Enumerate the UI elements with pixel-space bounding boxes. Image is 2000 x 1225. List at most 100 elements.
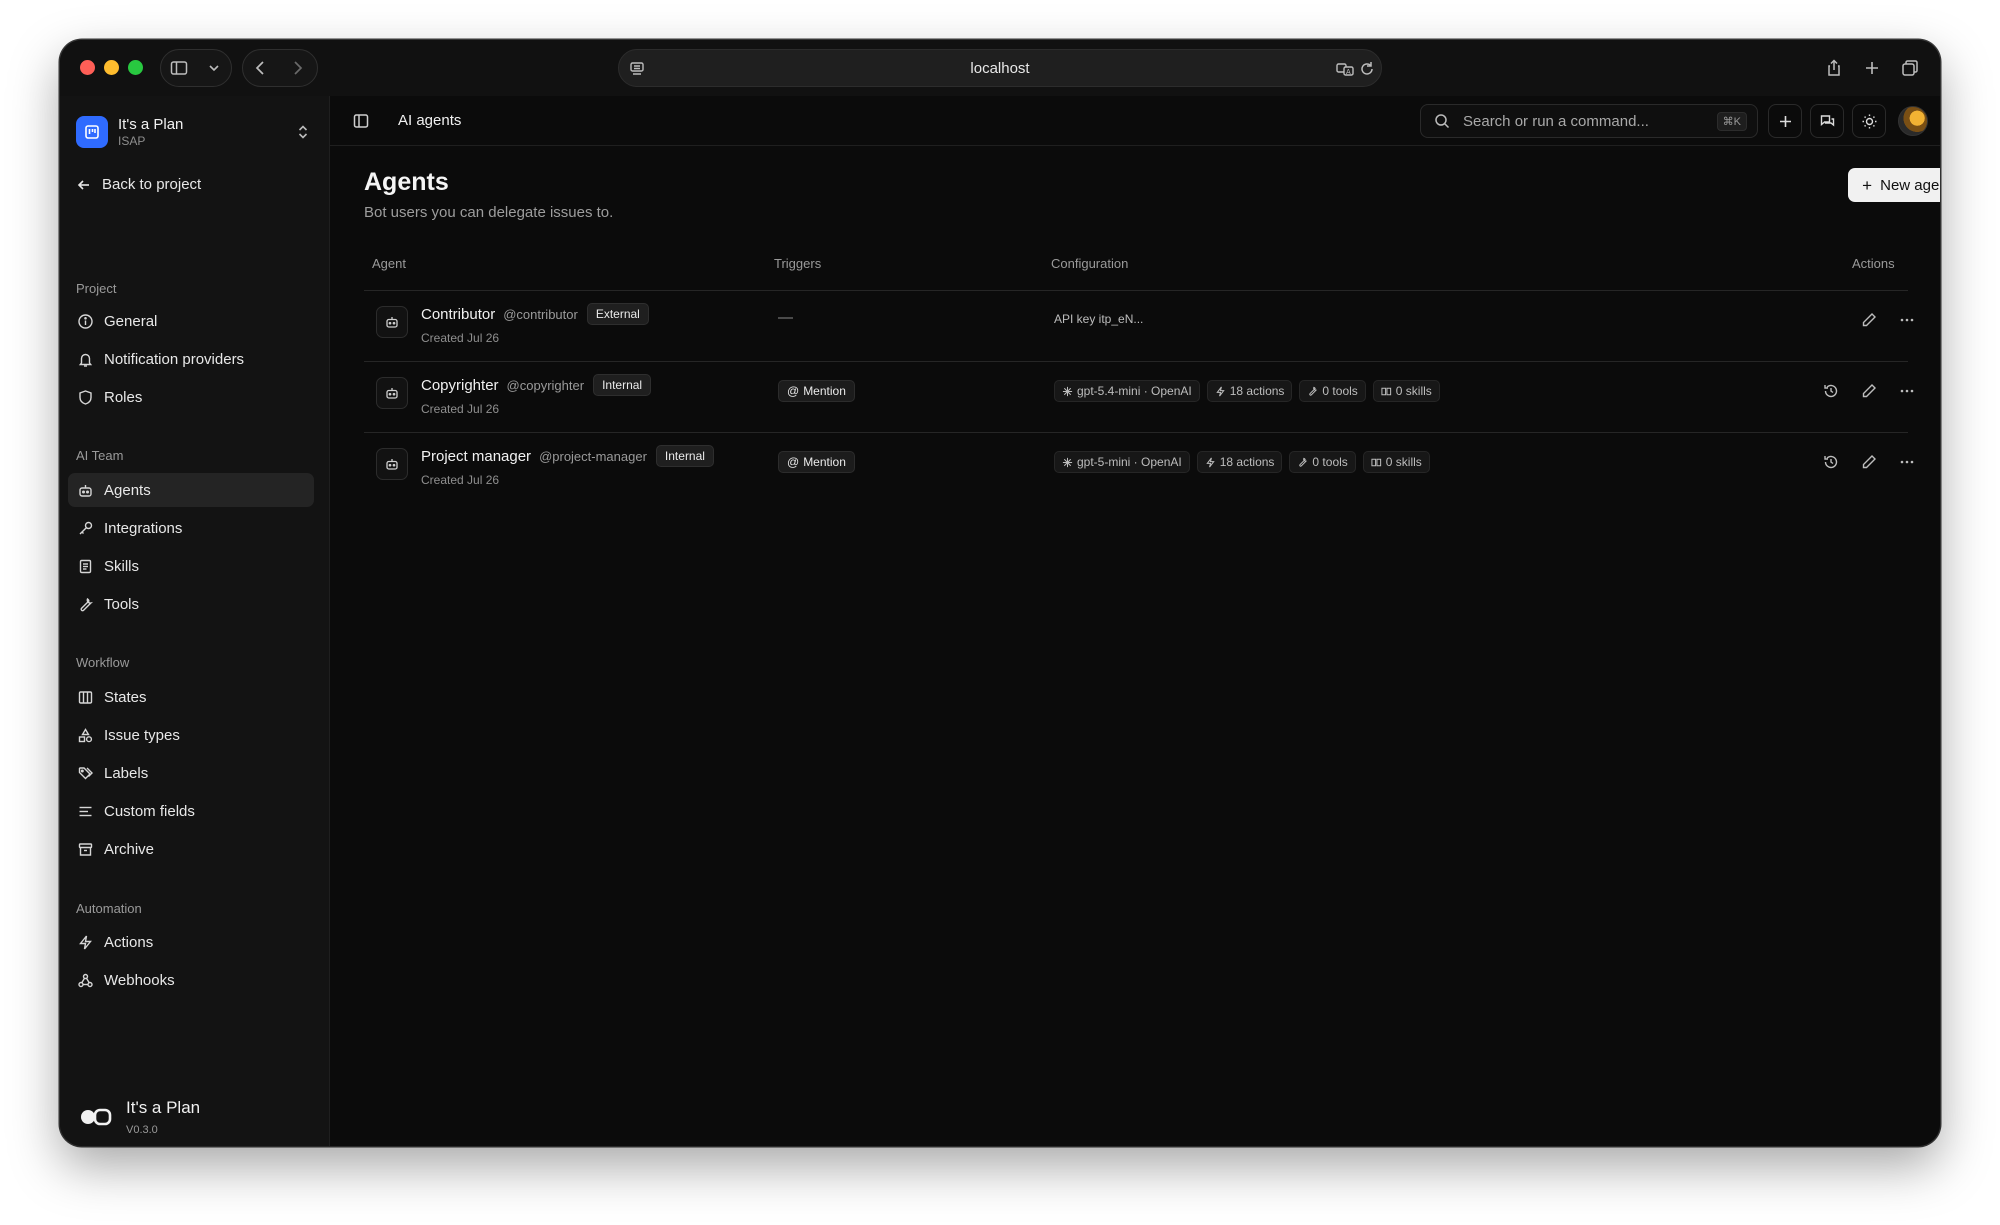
command-search-input[interactable]: Search or run a command... ⌘K — [1420, 104, 1758, 138]
history-icon — [1824, 455, 1838, 469]
trigger-empty: — — [778, 309, 793, 326]
workspace-key: ISAP — [118, 134, 146, 148]
sidebar-item-actions[interactable]: Actions — [68, 925, 314, 959]
bot-icon — [376, 448, 408, 480]
back-to-project-link[interactable]: Back to project — [76, 176, 201, 193]
table-row[interactable]: Copyrighter @copyrighter Internal Create… — [364, 362, 1914, 433]
edit-button[interactable] — [1860, 453, 1880, 473]
model-label: gpt-5-mini · OpenAI — [1077, 455, 1182, 469]
tools-chip: 0 tools — [1299, 380, 1366, 402]
more-horizontal-icon — [1900, 389, 1914, 393]
tools-count: 0 tools — [1322, 384, 1358, 398]
agent-configuration: gpt-5.4-mini · OpenAI 18 actions 0 tools… — [1054, 380, 1447, 402]
sidebar-item-labels[interactable]: Labels — [68, 756, 314, 790]
pencil-icon — [1862, 455, 1876, 469]
main-content: AI agents Search or run a command... ⌘K … — [330, 96, 1940, 1146]
sidebar-toggle-icon[interactable] — [352, 112, 370, 130]
table-row[interactable]: Project manager @project-manager Interna… — [364, 433, 1914, 504]
sidebar-item-archive[interactable]: Archive — [68, 832, 314, 866]
sidebar-item-states[interactable]: States — [68, 680, 314, 714]
address-bar[interactable]: localhost A — [618, 49, 1382, 87]
sidebar-item-label: Notification providers — [104, 350, 245, 368]
plus-icon — [1779, 115, 1791, 127]
search-shortcut: ⌘K — [1716, 111, 1747, 131]
more-button[interactable] — [1898, 311, 1918, 331]
chat-button[interactable] — [1810, 104, 1844, 138]
sidebar-item-webhooks[interactable]: Webhooks — [68, 963, 314, 997]
sidebar-item-roles[interactable]: Roles — [68, 380, 314, 414]
section-title-automation: Automation — [76, 901, 142, 916]
user-avatar[interactable] — [1898, 106, 1928, 136]
theme-toggle-button[interactable] — [1852, 104, 1886, 138]
sidebar-item-label: Webhooks — [104, 971, 175, 989]
create-button[interactable] — [1768, 104, 1802, 138]
sidebar-item-integrations[interactable]: Integrations — [68, 511, 314, 545]
translate-icon[interactable]: A — [1335, 59, 1355, 79]
trigger-badge: @ Mention — [778, 451, 855, 473]
page-subtitle: Bot users you can delegate issues to. — [364, 204, 614, 221]
history-icon — [1824, 384, 1838, 398]
browser-sidebar-icon[interactable] — [161, 50, 196, 86]
history-button[interactable] — [1822, 382, 1842, 402]
agent-created: Created Jul 26 — [421, 473, 500, 487]
agent-handle: @copyrighter — [506, 377, 585, 393]
app-name: It's a Plan — [126, 1098, 201, 1117]
sidebar-item-label: Tools — [104, 595, 140, 613]
column-header-configuration: Configuration — [1051, 256, 1129, 271]
search-icon — [1435, 114, 1450, 129]
zoom-window-button[interactable] — [128, 60, 143, 75]
lightning-icon — [1206, 457, 1215, 467]
agent-type-badge: Internal — [655, 445, 714, 467]
new-agent-button[interactable]: + New agent — [1848, 168, 1940, 202]
workspace-switcher[interactable]: It's a Plan ISAP — [76, 112, 312, 152]
at-sign-icon: @ — [787, 384, 800, 398]
archive-icon — [77, 841, 94, 858]
section-title-project: Project — [76, 281, 117, 296]
plus-icon: + — [1862, 175, 1873, 195]
history-button[interactable] — [1822, 453, 1842, 473]
columns-icon — [77, 689, 94, 706]
tab-overview-icon[interactable] — [1892, 50, 1928, 86]
sidebar-item-agents[interactable]: Agents — [68, 473, 314, 507]
table-row[interactable]: Contributor @contributor External Create… — [364, 291, 1914, 362]
chevron-down-icon[interactable] — [196, 50, 231, 86]
minimize-window-button[interactable] — [104, 60, 119, 75]
actions-chip: 18 actions — [1196, 451, 1283, 473]
column-header-triggers: Triggers — [774, 256, 822, 271]
sidebar-item-general[interactable]: General — [68, 304, 314, 338]
shield-icon — [77, 389, 94, 406]
edit-button[interactable] — [1860, 311, 1880, 331]
back-icon[interactable] — [243, 50, 279, 86]
app-logo-icon — [81, 1108, 112, 1126]
sidebar-item-notification-providers[interactable]: Notification providers — [68, 342, 314, 376]
sidebar-item-label: Actions — [104, 933, 154, 951]
pencil-icon — [1862, 313, 1876, 327]
agent-created: Created Jul 26 — [421, 402, 500, 416]
api-key-text: API key itp_eN... — [1054, 312, 1144, 326]
close-window-button[interactable] — [80, 60, 95, 75]
sidebar-item-tools[interactable]: Tools — [68, 587, 314, 621]
sidebar-item-skills[interactable]: Skills — [68, 549, 314, 583]
trigger-badge: @ Mention — [778, 380, 855, 402]
agent-configuration: gpt-5-mini · OpenAI 18 actions 0 tools 0… — [1054, 451, 1437, 473]
forward-icon[interactable] — [279, 50, 315, 86]
at-sign-icon: @ — [787, 455, 800, 469]
browser-toolbar: localhost A — [60, 40, 1940, 96]
column-header-agent: Agent — [372, 256, 406, 271]
sparkle-icon — [1062, 386, 1073, 396]
tools-count: 0 tools — [1312, 455, 1348, 469]
new-agent-label: New agent — [1880, 176, 1940, 194]
sidebar-item-custom-fields[interactable]: Custom fields — [68, 794, 314, 828]
new-tab-icon[interactable] — [1854, 50, 1890, 86]
edit-button[interactable] — [1860, 382, 1880, 402]
more-horizontal-icon — [1900, 460, 1914, 464]
sidebar-item-label: Archive — [104, 840, 155, 858]
more-button[interactable] — [1898, 453, 1918, 473]
sidebar: It's a Plan ISAP Back to project Project… — [60, 96, 330, 1146]
sidebar-item-issue-types[interactable]: Issue types — [68, 718, 314, 752]
trigger-label: Mention — [803, 384, 846, 398]
share-icon[interactable] — [1816, 50, 1852, 86]
reload-icon[interactable] — [1357, 59, 1377, 79]
browser-window: localhost A It's a Plan ISAP Back to pro… — [60, 40, 1940, 1146]
more-button[interactable] — [1898, 382, 1918, 402]
